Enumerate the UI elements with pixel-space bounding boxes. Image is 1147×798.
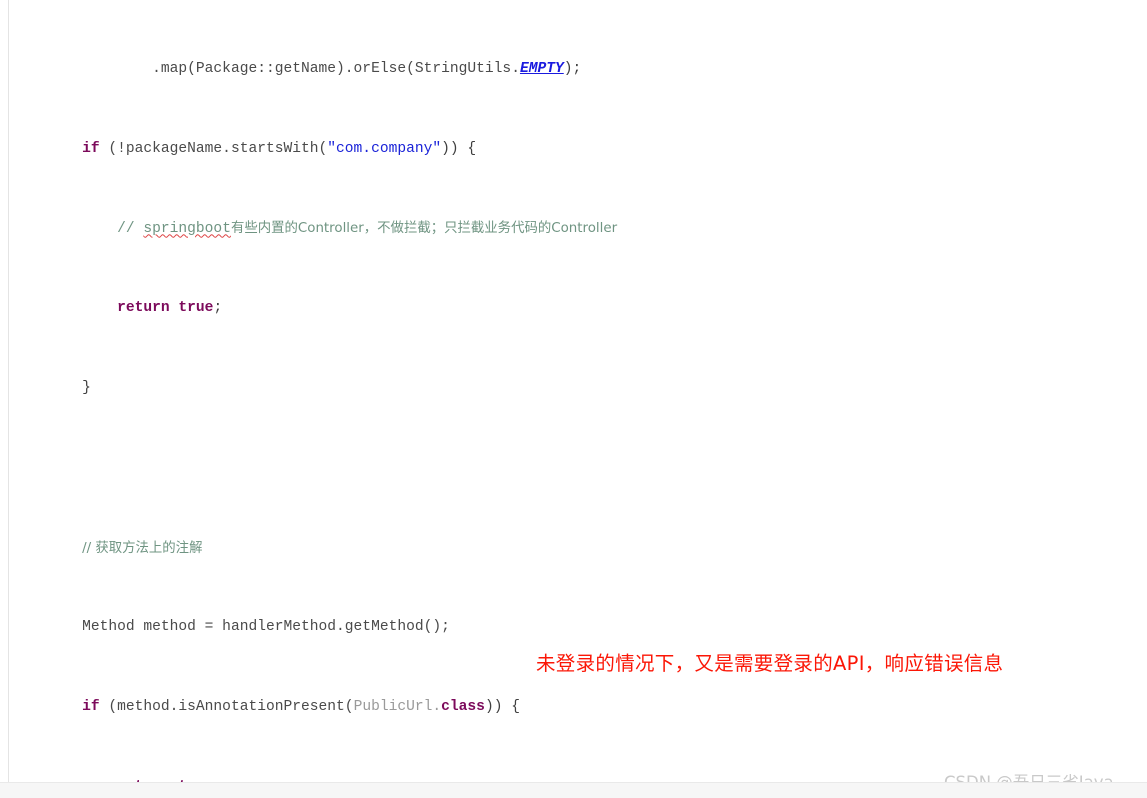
code-token-keyword-if: if: [82, 140, 100, 157]
code-token-string-company: "com.company": [327, 140, 442, 157]
code-token-semicolon: ;: [213, 300, 223, 317]
code-token-tail: );: [563, 60, 582, 77]
code-token-keyword-if: if: [82, 699, 100, 716]
code-token-dot: .: [432, 699, 442, 716]
code-line-comment[interactable]: // springboot有些内置的Controller，不做拦截；只拦截业务代…: [0, 219, 1147, 239]
code-token-tail: )) {: [441, 140, 477, 157]
code-line-comment[interactable]: // 获取方法上的注解: [0, 539, 1147, 559]
code-line[interactable]: .map(Package::getName).orElse(StringUtil…: [0, 60, 1147, 80]
red-side-annotation: 未登录的情况下，又是需要登录的API，响应错误信息: [536, 652, 1004, 675]
code-token-condition: (method.isAnnotationPresent(: [99, 699, 354, 716]
code-line[interactable]: if (!packageName.startsWith("com.company…: [0, 140, 1147, 160]
code-editor-screenshot: .map(Package::getName).orElse(StringUtil…: [0, 0, 1147, 798]
code-token-comment-spellcheck-word: springboot: [143, 221, 231, 238]
code-token-indent: [12, 61, 152, 77]
code-token-method-chain: .map(Package::getName).orElse(StringUtil…: [152, 60, 520, 77]
code-line[interactable]: return true;: [0, 299, 1147, 319]
code-line[interactable]: Method method = handlerMethod.getMethod(…: [0, 618, 1147, 638]
code-token-keyword-class: class: [441, 699, 485, 716]
bottom-edge-strip: [0, 782, 1147, 798]
code-line[interactable]: if (method.isAnnotationPresent(PublicUrl…: [0, 698, 1147, 718]
code-token-close-brace: }: [82, 380, 91, 397]
code-token-comment-text: 有些内置的Controller，不做拦截；只拦截业务代码的Controller: [230, 221, 618, 237]
code-line-blank[interactable]: [0, 459, 1147, 479]
code-token-keyword-return: return: [117, 300, 170, 317]
code-token-literal-true: true: [178, 300, 214, 317]
code-line[interactable]: }: [0, 379, 1147, 399]
code-token-type-publicurl: PublicUrl: [353, 699, 433, 716]
code-token-tail: )) {: [484, 699, 520, 716]
code-token-condition: (!packageName.startsWith(: [99, 140, 328, 157]
code-token-comment-text: // 获取方法上的注解: [82, 540, 203, 556]
code-token-type-method: Method: [82, 619, 135, 636]
code-token-static-empty: EMPTY: [519, 60, 564, 77]
code-content[interactable]: .map(Package::getName).orElse(StringUtil…: [0, 0, 1147, 798]
code-token-declaration: method = handlerMethod.getMethod();: [134, 619, 450, 636]
code-token-comment-slashes: //: [117, 221, 144, 238]
